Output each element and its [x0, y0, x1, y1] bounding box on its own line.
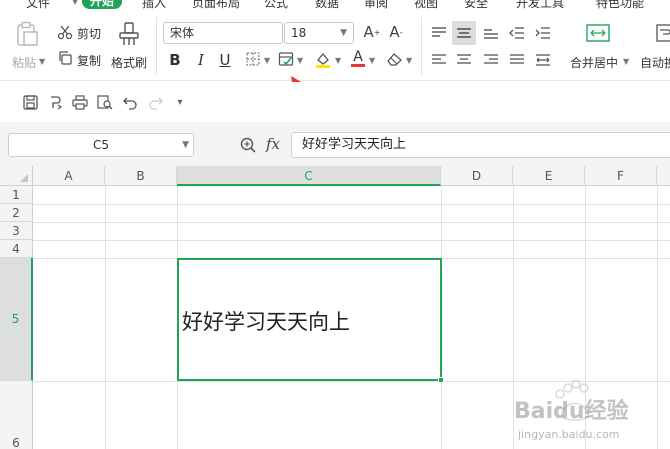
merge-center-button[interactable]: 合并居中: [570, 54, 618, 71]
justify-icon[interactable]: [507, 51, 527, 69]
ribbon: 粘贴 ▼ 剪切 复制 格式刷 宋体 18 ▼ A + A- B I U ▼ ▼ ▼…: [0, 9, 670, 81]
bold-button[interactable]: B: [166, 50, 184, 70]
column-header-d[interactable]: D: [441, 166, 513, 186]
cell-style-icon[interactable]: [278, 51, 294, 67]
column-header-f[interactable]: F: [585, 166, 657, 186]
row-header-6[interactable]: 6: [0, 381, 33, 449]
grid-line: [33, 240, 670, 241]
underline-button[interactable]: U: [216, 50, 234, 70]
menu-developer[interactable]: 开发工具: [516, 0, 564, 9]
name-box-value: C5: [92, 138, 109, 152]
row-header-2[interactable]: 2: [0, 204, 33, 222]
menu-view[interactable]: 视图: [414, 0, 438, 9]
print-preview-icon[interactable]: [96, 93, 114, 111]
distributed-align-icon[interactable]: [533, 51, 553, 69]
fill-handle[interactable]: [438, 377, 444, 383]
column-header-c[interactable]: C: [177, 166, 441, 186]
row-header-5[interactable]: 5: [0, 258, 33, 381]
align-left-icon[interactable]: [429, 51, 449, 69]
italic-button[interactable]: I: [192, 50, 210, 70]
redo-icon[interactable]: [146, 93, 164, 111]
column-header-a[interactable]: A: [33, 166, 105, 186]
formula-input[interactable]: 好好学习天天向上: [291, 132, 670, 158]
copy-button[interactable]: 复制: [77, 52, 101, 69]
name-box[interactable]: C5 ▼: [8, 133, 194, 157]
decrease-font-icon[interactable]: A-: [386, 21, 406, 43]
select-all-corner[interactable]: [0, 166, 33, 186]
merge-center-chevron-icon[interactable]: ▼: [623, 57, 629, 66]
merge-center-icon[interactable]: [586, 23, 610, 43]
menu-formula[interactable]: 公式: [264, 0, 288, 9]
fx-icon[interactable]: fx: [266, 135, 280, 153]
menu-bar: 文件 ▼ 开始 插入 页面布局 公式 数据 审阅 视图 安全 开发工具 特色功能: [0, 0, 670, 9]
cut-button[interactable]: 剪切: [77, 25, 101, 42]
menu-file[interactable]: 文件: [26, 0, 50, 9]
cut-icon[interactable]: [57, 24, 73, 40]
clear-chevron-icon[interactable]: ▼: [406, 56, 412, 65]
wrap-text-button[interactable]: 自动换: [640, 54, 670, 71]
align-right-icon[interactable]: [481, 51, 501, 69]
indent-decrease-icon[interactable]: [507, 23, 527, 43]
format-painter-button[interactable]: 格式刷: [111, 54, 147, 71]
customize-qat-chevron-icon[interactable]: ▾: [172, 94, 188, 110]
indent-increase-icon[interactable]: [533, 23, 553, 43]
align-top-icon[interactable]: [429, 23, 449, 43]
row-header-1[interactable]: 1: [0, 186, 33, 204]
ribbon-divider: [156, 17, 157, 75]
zoom-search-icon[interactable]: [238, 135, 258, 155]
fill-color-chevron-icon[interactable]: ▼: [335, 56, 341, 65]
row-header-3[interactable]: 3: [0, 222, 33, 240]
paste-button[interactable]: 粘贴: [12, 54, 36, 71]
grid-line: [33, 204, 670, 205]
grid-line: [33, 222, 670, 223]
column-header-g[interactable]: [657, 166, 670, 186]
grid-line: [105, 186, 106, 449]
font-name-select[interactable]: 宋体: [163, 22, 283, 44]
font-name-value: 宋体: [170, 26, 195, 40]
watermark-text: Baidu经验: [514, 399, 629, 424]
name-box-chevron-icon: ▼: [182, 140, 189, 150]
watermark-subtext: jingyan.baidu.com: [518, 428, 620, 441]
cell-c5-text: 好好学习天天向上: [182, 310, 350, 334]
ribbon-divider: [421, 17, 422, 75]
print-icon[interactable]: [71, 93, 89, 111]
format-painter-icon[interactable]: [116, 21, 142, 47]
fill-color-icon[interactable]: [314, 51, 332, 69]
border-icon[interactable]: [245, 51, 261, 67]
menu-home[interactable]: 开始: [82, 0, 123, 9]
align-center-icon[interactable]: [454, 51, 474, 69]
menu-data[interactable]: 数据: [315, 0, 339, 9]
copy-icon[interactable]: [57, 50, 73, 66]
paste-icon[interactable]: [14, 21, 40, 47]
formula-bar: C5 ▼ fx 好好学习天天向上: [0, 122, 670, 166]
increase-font-icon[interactable]: A +: [362, 21, 382, 43]
menu-file-chevron-icon[interactable]: ▼: [72, 0, 78, 6]
column-header-e[interactable]: E: [513, 166, 585, 186]
menu-insert[interactable]: 插入: [142, 0, 166, 9]
font-size-chevron-icon: ▼: [340, 28, 347, 38]
export-icon[interactable]: [46, 93, 64, 111]
font-size-select[interactable]: 18 ▼: [284, 22, 354, 44]
save-icon[interactable]: [21, 93, 39, 111]
menu-review[interactable]: 审阅: [364, 0, 388, 9]
undo-icon[interactable]: [121, 93, 139, 111]
align-middle-icon[interactable]: [452, 21, 476, 45]
paste-chevron-icon[interactable]: ▼: [39, 57, 45, 66]
font-color-icon[interactable]: A: [350, 50, 366, 68]
quick-access-toolbar: ▾: [0, 82, 670, 122]
menu-page-layout[interactable]: 页面布局: [192, 0, 240, 9]
font-size-value: 18: [291, 26, 307, 40]
menu-special[interactable]: 特色功能: [596, 0, 644, 9]
wrap-text-icon[interactable]: [656, 23, 670, 43]
column-header-b[interactable]: B: [105, 166, 177, 186]
cell-style-chevron-icon[interactable]: ▼: [297, 56, 303, 65]
align-bottom-icon[interactable]: [481, 23, 501, 43]
menu-security[interactable]: 安全: [464, 0, 488, 9]
clear-eraser-icon[interactable]: [386, 51, 404, 67]
border-chevron-icon[interactable]: ▼: [264, 56, 270, 65]
font-color-chevron-icon[interactable]: ▼: [369, 56, 375, 65]
row-header-4[interactable]: 4: [0, 240, 33, 258]
